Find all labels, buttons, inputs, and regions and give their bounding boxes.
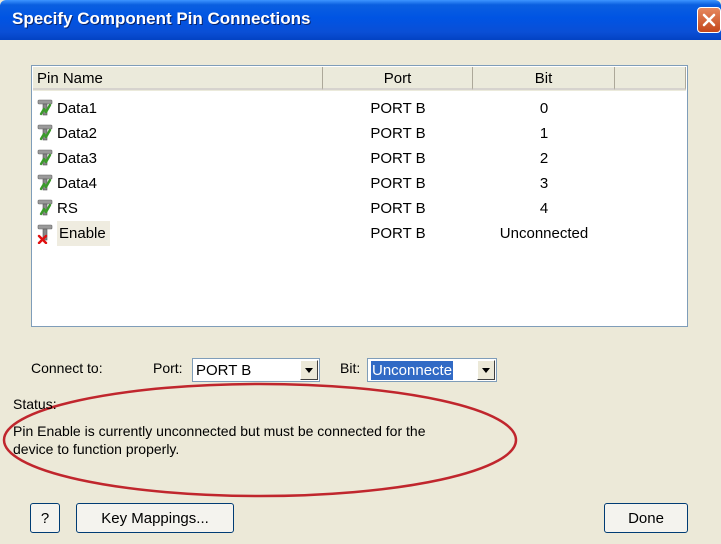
bit-label: Bit: — [340, 360, 361, 376]
dialog-window: Specify Component Pin Connections Pin Na… — [0, 0, 721, 544]
pin-bit: 1 — [539, 125, 549, 142]
bit-dropdown[interactable]: Unconnecte — [367, 358, 497, 382]
pin-name: Data1 — [57, 100, 98, 117]
window-title: Specify Component Pin Connections — [12, 9, 311, 28]
pin-bit: 2 — [539, 150, 549, 167]
table-row[interactable]: Data4 PORT B 3 — [33, 171, 686, 196]
pin-port: PORT B — [370, 225, 426, 242]
help-button[interactable]: ? — [30, 503, 60, 533]
key-mappings-button[interactable]: Key Mappings... — [76, 503, 234, 533]
title-bar[interactable]: Specify Component Pin Connections — [0, 0, 721, 40]
pin-connected-icon — [37, 99, 53, 116]
connect-to-label: Connect to: — [31, 360, 103, 376]
pin-port: PORT B — [370, 150, 426, 167]
pin-name: RS — [57, 200, 78, 217]
close-icon — [702, 13, 716, 27]
pin-bit: 0 — [539, 100, 549, 117]
done-button[interactable]: Done — [604, 503, 688, 533]
pin-port: PORT B — [370, 200, 426, 217]
close-button[interactable] — [697, 7, 721, 33]
chevron-down-icon — [305, 368, 313, 373]
pin-port: PORT B — [370, 125, 426, 142]
table-row[interactable]: Data3 PORT B 2 — [33, 146, 686, 171]
column-header-bit[interactable]: Bit — [473, 67, 615, 90]
pin-list[interactable]: Pin Name Port Bit Data1 PORT B 0 Data2 PORT … — [31, 65, 688, 327]
pin-connected-icon — [37, 199, 53, 216]
pin-name: Data3 — [57, 150, 98, 167]
pin-unconnected-icon — [37, 224, 53, 244]
pin-name: Enable — [57, 221, 110, 246]
pin-connected-icon — [37, 124, 53, 141]
pin-name: Data4 — [57, 175, 98, 192]
port-dropdown-button[interactable] — [300, 360, 318, 380]
pin-port: PORT B — [370, 100, 426, 117]
pin-connected-icon — [37, 149, 53, 166]
table-row[interactable]: Enable PORT B Unconnected — [33, 221, 686, 246]
bit-dropdown-button[interactable] — [477, 360, 495, 380]
table-row[interactable]: RS PORT B 4 — [33, 196, 686, 221]
status-message-line-2: device to function properly. — [13, 441, 180, 457]
pin-connected-icon — [37, 174, 53, 191]
column-header-blank — [615, 67, 686, 90]
table-row[interactable]: Data2 PORT B 1 — [33, 121, 686, 146]
pin-name: Data2 — [57, 125, 98, 142]
list-header: Pin Name Port Bit — [33, 67, 686, 91]
pin-port: PORT B — [370, 175, 426, 192]
column-header-port[interactable]: Port — [323, 67, 473, 90]
bit-dropdown-value: Unconnecte — [371, 361, 454, 380]
pin-bit: Unconnected — [499, 225, 589, 242]
pin-bit: 3 — [539, 175, 549, 192]
port-label: Port: — [153, 360, 183, 376]
pin-bit: 4 — [539, 200, 549, 217]
chevron-down-icon — [482, 368, 490, 373]
status-message-line-1: Pin Enable is currently unconnected but … — [13, 423, 426, 439]
port-dropdown[interactable]: PORT B — [192, 358, 320, 382]
port-dropdown-value: PORT B — [196, 362, 252, 379]
status-label: Status: — [13, 396, 57, 412]
column-header-pin-name[interactable]: Pin Name — [33, 67, 323, 90]
table-row[interactable]: Data1 PORT B 0 — [33, 96, 686, 121]
